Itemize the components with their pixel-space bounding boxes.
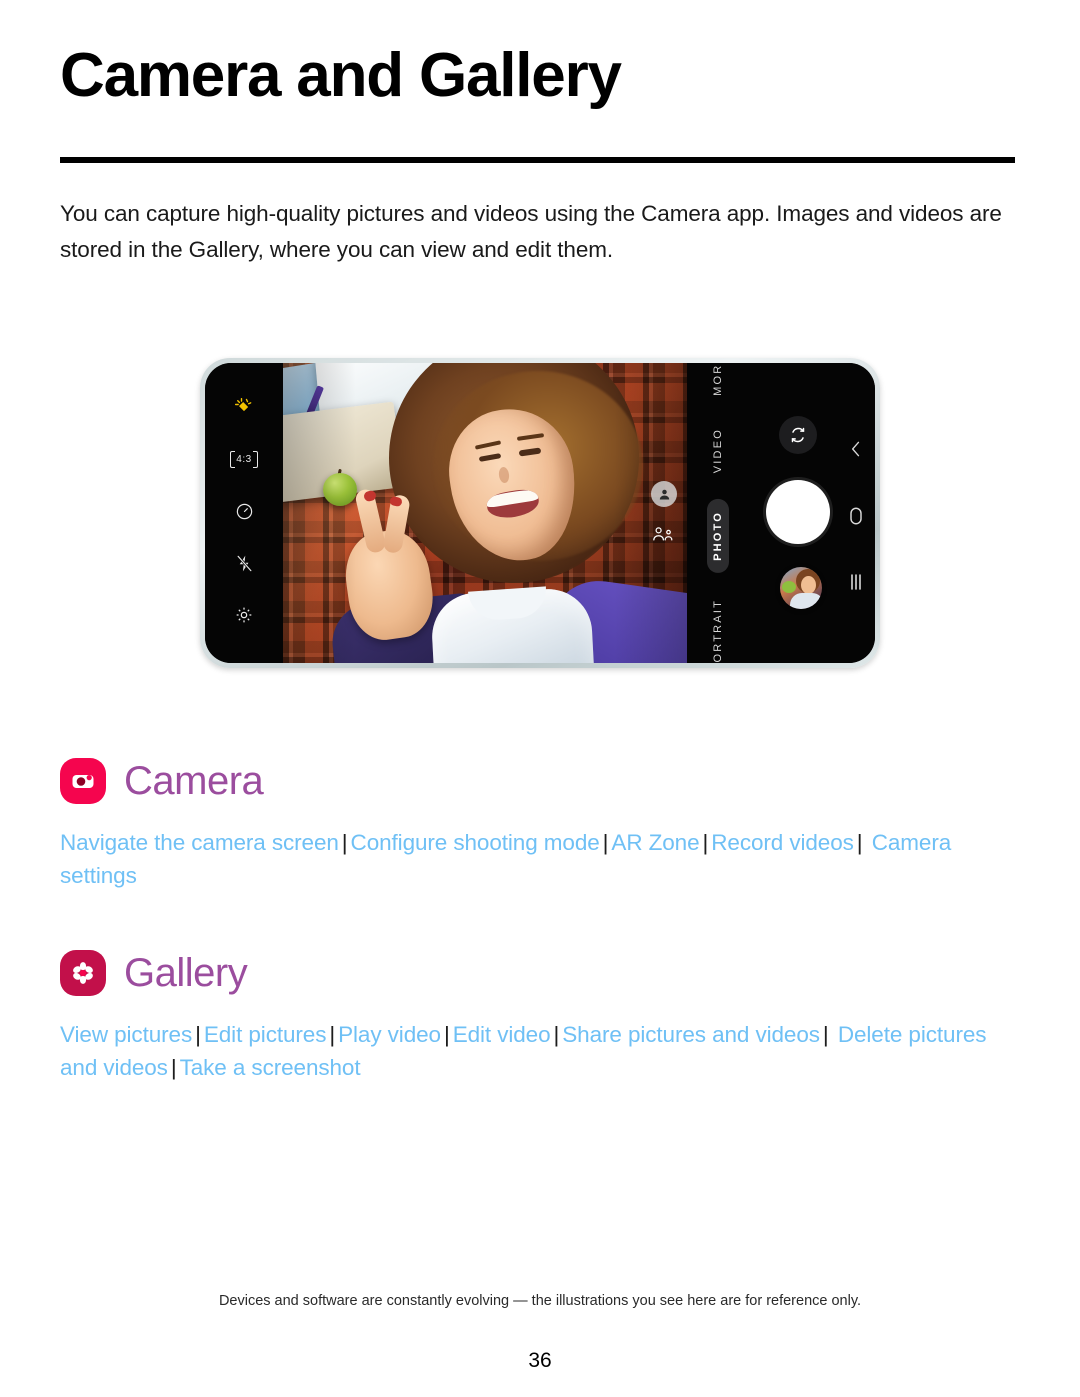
aspect-ratio-label: 4:3: [230, 450, 259, 468]
shutter-button[interactable]: [766, 480, 830, 544]
section-gallery: Gallery View pictures | Edit pictures | Play…: [60, 950, 1020, 1084]
mode-video[interactable]: VIDEO: [709, 422, 727, 479]
recents-icon[interactable]: [848, 573, 864, 591]
mode-portrait[interactable]: PORTRAIT: [709, 593, 727, 663]
link-ar-zone[interactable]: AR Zone: [611, 830, 699, 855]
link-edit-pictures[interactable]: Edit pictures: [204, 1022, 327, 1047]
link-separator: |: [443, 1022, 450, 1047]
manual-page: Camera and Gallery You can capture high-…: [0, 0, 1080, 1397]
link-separator: |: [341, 830, 348, 855]
gallery-app-icon: [60, 950, 106, 996]
gallery-section-header: Gallery: [60, 950, 1020, 996]
link-separator: |: [195, 1022, 201, 1047]
title-divider: [60, 157, 1015, 163]
camera-left-toolbar: 4:3: [205, 363, 283, 663]
link-take-a-screenshot[interactable]: Take a screenshot: [180, 1055, 361, 1080]
link-share-pictures-and-videos[interactable]: Share pictures and videos: [562, 1022, 820, 1047]
phone-frame: 4:3 MORE VIDEO PHOTO PORTRAIT: [200, 358, 880, 668]
link-record-videos[interactable]: Record videos: [711, 830, 854, 855]
flash-off-icon[interactable]: [231, 550, 257, 576]
page-title: Camera and Gallery: [60, 41, 622, 110]
section-camera: Camera Navigate the camera screen | Config…: [60, 758, 1020, 892]
link-view-pictures[interactable]: View pictures: [60, 1022, 192, 1047]
aspect-ratio-icon[interactable]: 4:3: [230, 446, 259, 472]
settings-gear-icon[interactable]: [231, 602, 257, 628]
mode-more[interactable]: MORE: [709, 363, 727, 402]
camera-viewfinder[interactable]: [283, 363, 687, 663]
gallery-section-title: Gallery: [124, 951, 248, 995]
footer-disclaimer: Devices and software are constantly evol…: [218, 1293, 862, 1309]
shooting-mode-list: MORE VIDEO PHOTO PORTRAIT: [695, 363, 741, 663]
viewfinder-photo: [283, 363, 687, 663]
link-separator: |: [856, 830, 863, 855]
link-separator: |: [329, 1022, 336, 1047]
switch-camera-button[interactable]: [779, 416, 817, 454]
gallery-links: View pictures | Edit pictures | Play video | E…: [60, 1018, 1020, 1084]
back-icon[interactable]: [848, 439, 864, 459]
face-detect-single-icon[interactable]: [651, 481, 677, 507]
link-configure-shooting-mode[interactable]: Configure shooting mode: [351, 830, 600, 855]
link-separator: |: [170, 1055, 177, 1080]
phone-screen: 4:3 MORE VIDEO PHOTO PORTRAIT: [205, 363, 875, 663]
camera-app-icon: [60, 758, 106, 804]
link-edit-video[interactable]: Edit video: [453, 1022, 551, 1047]
timer-icon[interactable]: [231, 498, 257, 524]
page-number: 36: [528, 1349, 552, 1372]
camera-right-controls: MORE VIDEO PHOTO PORTRAIT: [687, 363, 875, 663]
mode-photo[interactable]: PHOTO: [707, 499, 729, 573]
camera-section-title: Camera: [124, 759, 264, 803]
link-separator: |: [822, 1022, 829, 1047]
link-separator: |: [553, 1022, 560, 1047]
link-navigate-the-camera-screen[interactable]: Navigate the camera screen: [60, 830, 339, 855]
link-separator: |: [602, 830, 609, 855]
camera-app-illustration: 4:3 MORE VIDEO PHOTO PORTRAIT: [200, 358, 880, 668]
gallery-thumbnail-button[interactable]: [780, 567, 822, 609]
intro-paragraph: You can capture high-quality pictures an…: [60, 201, 1002, 262]
magic-sparkle-icon[interactable]: [231, 394, 257, 420]
link-play-video[interactable]: Play video: [338, 1022, 441, 1047]
camera-section-header: Camera: [60, 758, 1020, 804]
home-icon[interactable]: [848, 506, 864, 526]
face-detect-group-icon[interactable]: [651, 523, 675, 545]
system-navigation-bar: [833, 363, 875, 663]
camera-links: Navigate the camera screen | Configure sho…: [60, 826, 1020, 892]
link-separator: |: [702, 830, 709, 855]
